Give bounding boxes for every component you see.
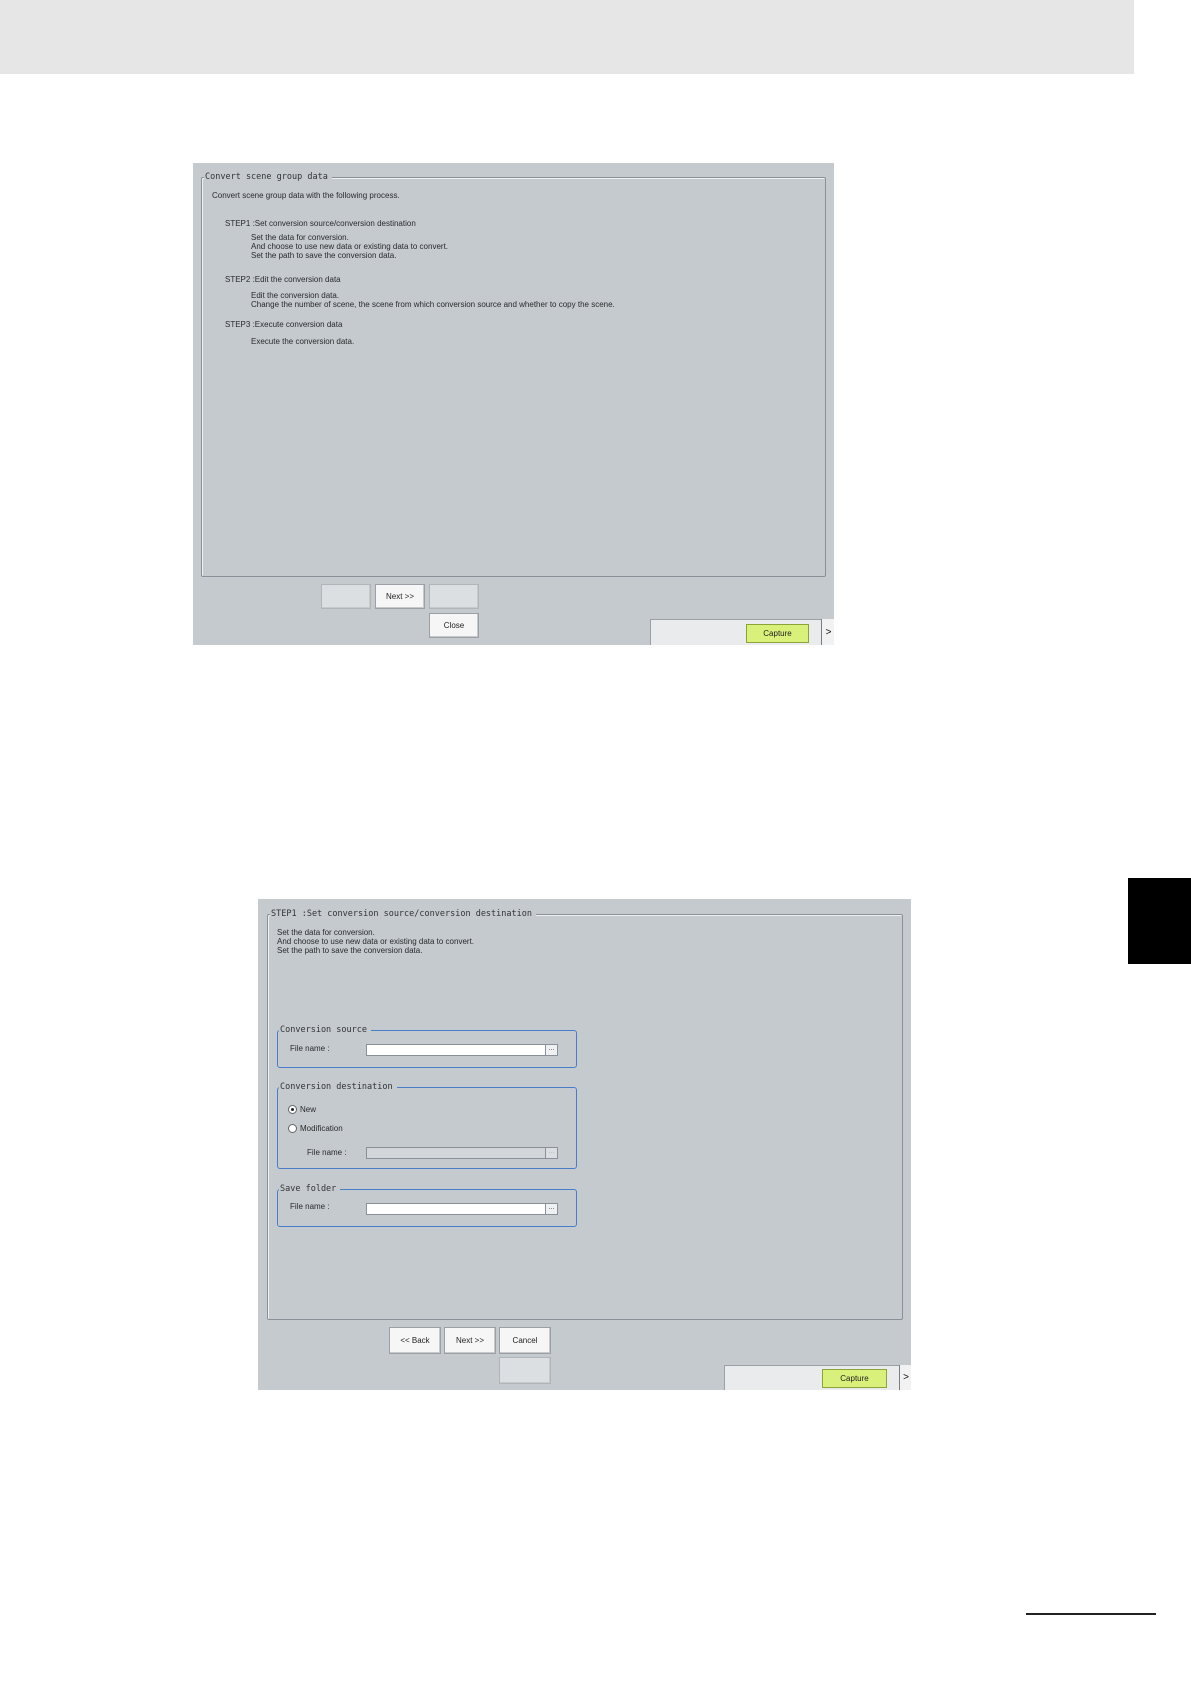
expand-arrow-button[interactable]: > [899, 1365, 911, 1390]
back-button[interactable]: << Back [389, 1327, 441, 1354]
cancel-button[interactable] [429, 584, 479, 609]
step3-title: STEP3 :Execute conversion data [225, 320, 343, 329]
extra-button[interactable] [499, 1357, 551, 1384]
new-radio[interactable] [288, 1105, 297, 1114]
destination-file-label: File name : [307, 1148, 347, 1157]
save-folder-legend: Save folder [279, 1183, 341, 1195]
source-browse-button[interactable]: ... [545, 1044, 558, 1056]
source-file-label: File name : [290, 1044, 330, 1053]
step2-title: STEP2 :Edit the conversion data [225, 275, 341, 284]
chapter-tab [1128, 878, 1191, 964]
save-folder-file-input[interactable] [366, 1203, 548, 1215]
step2-line: Edit the conversion data. [251, 291, 340, 300]
destination-browse-button[interactable]: ... [545, 1147, 558, 1159]
step1-dialog: STEP1 :Set conversion source/conversion … [258, 899, 911, 1390]
page-header-band [0, 0, 1134, 74]
step1-line: Set the path to save the conversion data… [251, 251, 397, 260]
conversion-destination-legend: Conversion destination [279, 1081, 397, 1093]
save-folder-browse-button[interactable]: ... [545, 1203, 558, 1215]
close-button[interactable]: Close [429, 613, 479, 638]
conversion-source-legend: Conversion source [279, 1024, 371, 1036]
back-button[interactable] [321, 584, 371, 609]
expand-arrow-button[interactable]: > [821, 619, 834, 645]
intro-text: Convert scene group data with the follow… [212, 191, 400, 200]
step3-line: Execute the conversion data. [251, 337, 355, 346]
capture-button[interactable]: Capture [746, 624, 809, 643]
source-file-input[interactable] [366, 1044, 548, 1056]
step1-line: And choose to use new data or existing d… [251, 242, 449, 251]
desc-line: Set the path to save the conversion data… [277, 946, 423, 955]
new-radio-label: New [300, 1105, 317, 1114]
step1-title: STEP1 :Set conversion source/conversion … [225, 219, 416, 228]
destination-file-input[interactable] [366, 1147, 548, 1159]
desc-line: And choose to use new data or existing d… [277, 937, 475, 946]
panel-legend: STEP1 :Set conversion source/conversion … [270, 908, 536, 920]
step2-line: Change the number of scene, the scene fr… [251, 300, 615, 309]
step1-line: Set the data for conversion. [251, 233, 349, 242]
save-folder-file-label: File name : [290, 1202, 330, 1211]
convert-scene-group-dialog: Convert scene group data Convert scene g… [193, 163, 834, 645]
next-button[interactable]: Next >> [375, 584, 425, 609]
next-button[interactable]: Next >> [444, 1327, 496, 1354]
modification-radio[interactable] [288, 1124, 297, 1133]
capture-button[interactable]: Capture [822, 1369, 887, 1388]
panel-legend: Convert scene group data [204, 171, 332, 183]
cancel-button[interactable]: Cancel [499, 1327, 551, 1354]
desc-line: Set the data for conversion. [277, 928, 375, 937]
modification-radio-label: Modification [300, 1124, 343, 1133]
page-footer-rule [1026, 1613, 1156, 1615]
